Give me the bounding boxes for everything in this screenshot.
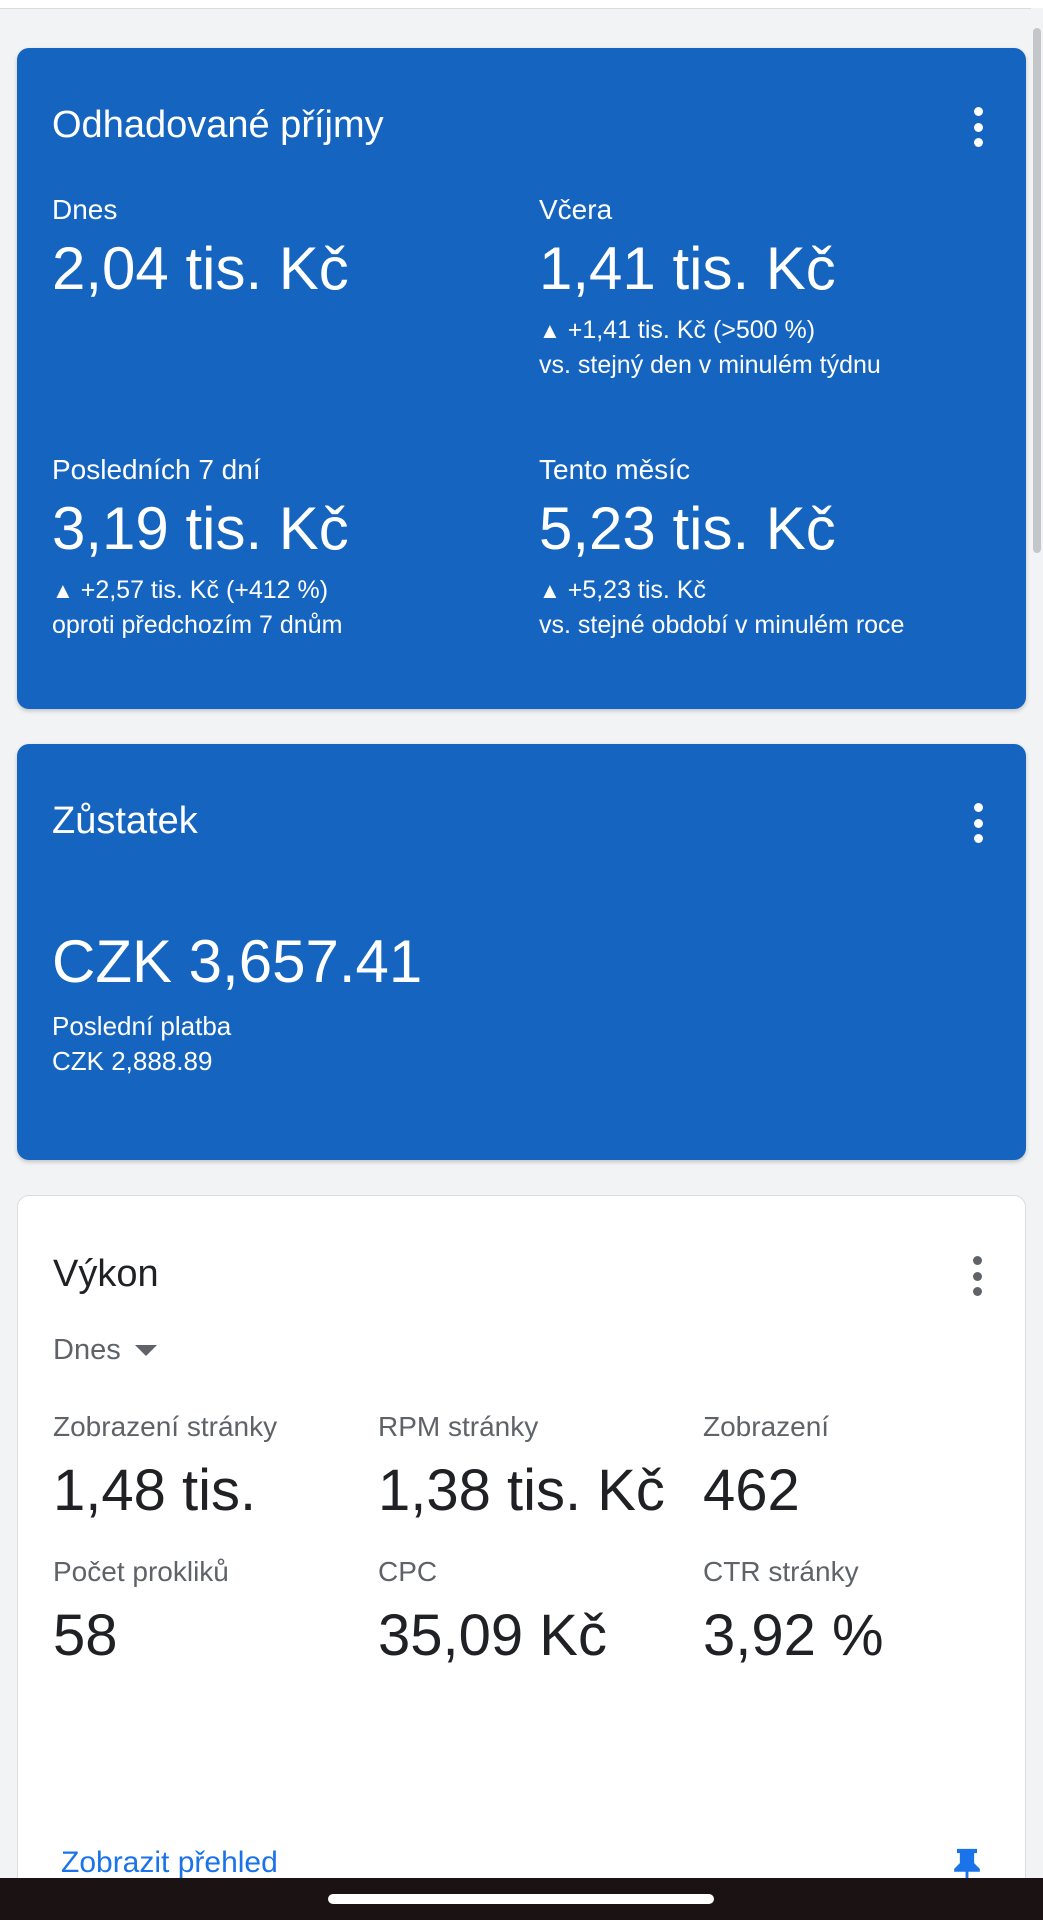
system-nav-bar — [0, 1878, 1043, 1920]
earnings-card[interactable]: Odhadované příjmy Dnes 2,04 tis. Kč Včer… — [17, 48, 1026, 709]
perf-metric: Počet prokliků 58 — [53, 1555, 373, 1671]
period-dropdown[interactable]: Dnes — [53, 1334, 157, 1367]
perf-metric-value: 1,48 tis. — [53, 1458, 257, 1523]
metric-last7-compare: oproti předchozím 7 dnům — [52, 611, 343, 639]
balance-value: CZK 3,657.41 — [52, 928, 423, 995]
metric-yesterday-label: Včera — [539, 194, 613, 225]
metric-yesterday-value: 1,41 tis. Kč — [539, 235, 836, 302]
metric-month-value: 5,23 tis. Kč — [539, 495, 836, 562]
last-payment-label: Poslední platba — [52, 1011, 232, 1041]
perf-metric-label: CPC — [378, 1556, 438, 1587]
metric-month: Tento měsíc 5,23 tis. Kč ▲ +5,23 tis. Kč… — [539, 454, 999, 643]
perf-metric: Zobrazení 462 — [703, 1410, 1023, 1526]
perf-metric-value: 3,92 % — [703, 1603, 884, 1668]
metric-today-value: 2,04 tis. Kč — [52, 235, 349, 302]
perf-metric: CTR stránky 3,92 % — [703, 1555, 1023, 1671]
metric-yesterday-delta-value: +1,41 tis. Kč (>500 %) — [567, 316, 816, 344]
scrollbar-track[interactable] — [1031, 8, 1043, 1878]
up-arrow-icon: ▲ — [539, 578, 561, 603]
metric-yesterday-delta: ▲ +1,41 tis. Kč (>500 %) vs. stejný den … — [539, 313, 999, 383]
metric-today: Dnes 2,04 tis. Kč — [52, 194, 512, 304]
earnings-title: Odhadované příjmy — [52, 104, 384, 146]
performance-title: Výkon — [53, 1253, 159, 1295]
period-label: Dnes — [53, 1334, 121, 1366]
up-arrow-icon: ▲ — [52, 578, 74, 603]
perf-metric: CPC 35,09 Kč — [378, 1555, 698, 1671]
balance-title: Zůstatek — [52, 800, 198, 842]
metric-yesterday: Včera 1,41 tis. Kč ▲ +1,41 tis. Kč (>500… — [539, 194, 999, 383]
up-arrow-icon: ▲ — [539, 318, 561, 343]
perf-metric-value: 462 — [703, 1458, 800, 1523]
perf-metric: RPM stránky 1,38 tis. Kč — [378, 1410, 698, 1526]
metric-month-label: Tento měsíc — [539, 454, 690, 485]
metric-month-delta: ▲ +5,23 tis. Kč vs. stejné období v minu… — [539, 573, 999, 643]
perf-metric-label: Zobrazení stránky — [53, 1411, 278, 1442]
perf-metric-label: CTR stránky — [703, 1556, 859, 1587]
home-indicator[interactable] — [328, 1894, 714, 1904]
arrow-drop-down-icon — [134, 1345, 157, 1356]
metric-month-compare: vs. stejné období v minulém roce — [539, 611, 905, 639]
metric-last7-delta-value: +2,57 tis. Kč (+412 %) — [80, 576, 329, 604]
top-edge — [0, 0, 1043, 9]
balance-more-icon[interactable] — [968, 803, 988, 843]
performance-more-icon[interactable] — [967, 1256, 987, 1296]
metric-last7-value: 3,19 tis. Kč — [52, 495, 349, 562]
metric-month-delta-value: +5,23 tis. Kč — [567, 576, 707, 604]
metric-last7-label: Posledních 7 dní — [52, 454, 261, 485]
perf-metric-value: 58 — [53, 1603, 118, 1668]
metric-yesterday-compare: vs. stejný den v minulém týdnu — [539, 351, 881, 379]
perf-metric: Zobrazení stránky 1,48 tis. — [53, 1410, 373, 1526]
perf-metric-label: RPM stránky — [378, 1411, 539, 1442]
perf-metric-value: 1,38 tis. Kč — [378, 1458, 665, 1523]
metric-last7-delta: ▲ +2,57 tis. Kč (+412 %) oproti předchoz… — [52, 573, 512, 643]
perf-metric-value: 35,09 Kč — [378, 1603, 607, 1668]
balance-card[interactable]: Zůstatek CZK 3,657.41 Poslední platba CZ… — [17, 744, 1026, 1160]
performance-card: Výkon Dnes Zobrazení stránky 1,48 tis. R… — [17, 1195, 1026, 1915]
perf-metric-label: Počet prokliků — [53, 1556, 229, 1587]
scrollbar-thumb[interactable] — [1033, 28, 1041, 553]
metric-today-label: Dnes — [52, 194, 118, 225]
perf-metric-label: Zobrazení — [703, 1411, 830, 1442]
last-payment-value: CZK 2,888.89 — [52, 1046, 213, 1076]
metric-last7: Posledních 7 dní 3,19 tis. Kč ▲ +2,57 ti… — [52, 454, 512, 643]
view-report-link[interactable]: Zobrazit přehled — [61, 1846, 278, 1880]
last-payment: Poslední platba CZK 2,888.89 — [52, 1009, 231, 1079]
earnings-more-icon[interactable] — [968, 107, 988, 147]
